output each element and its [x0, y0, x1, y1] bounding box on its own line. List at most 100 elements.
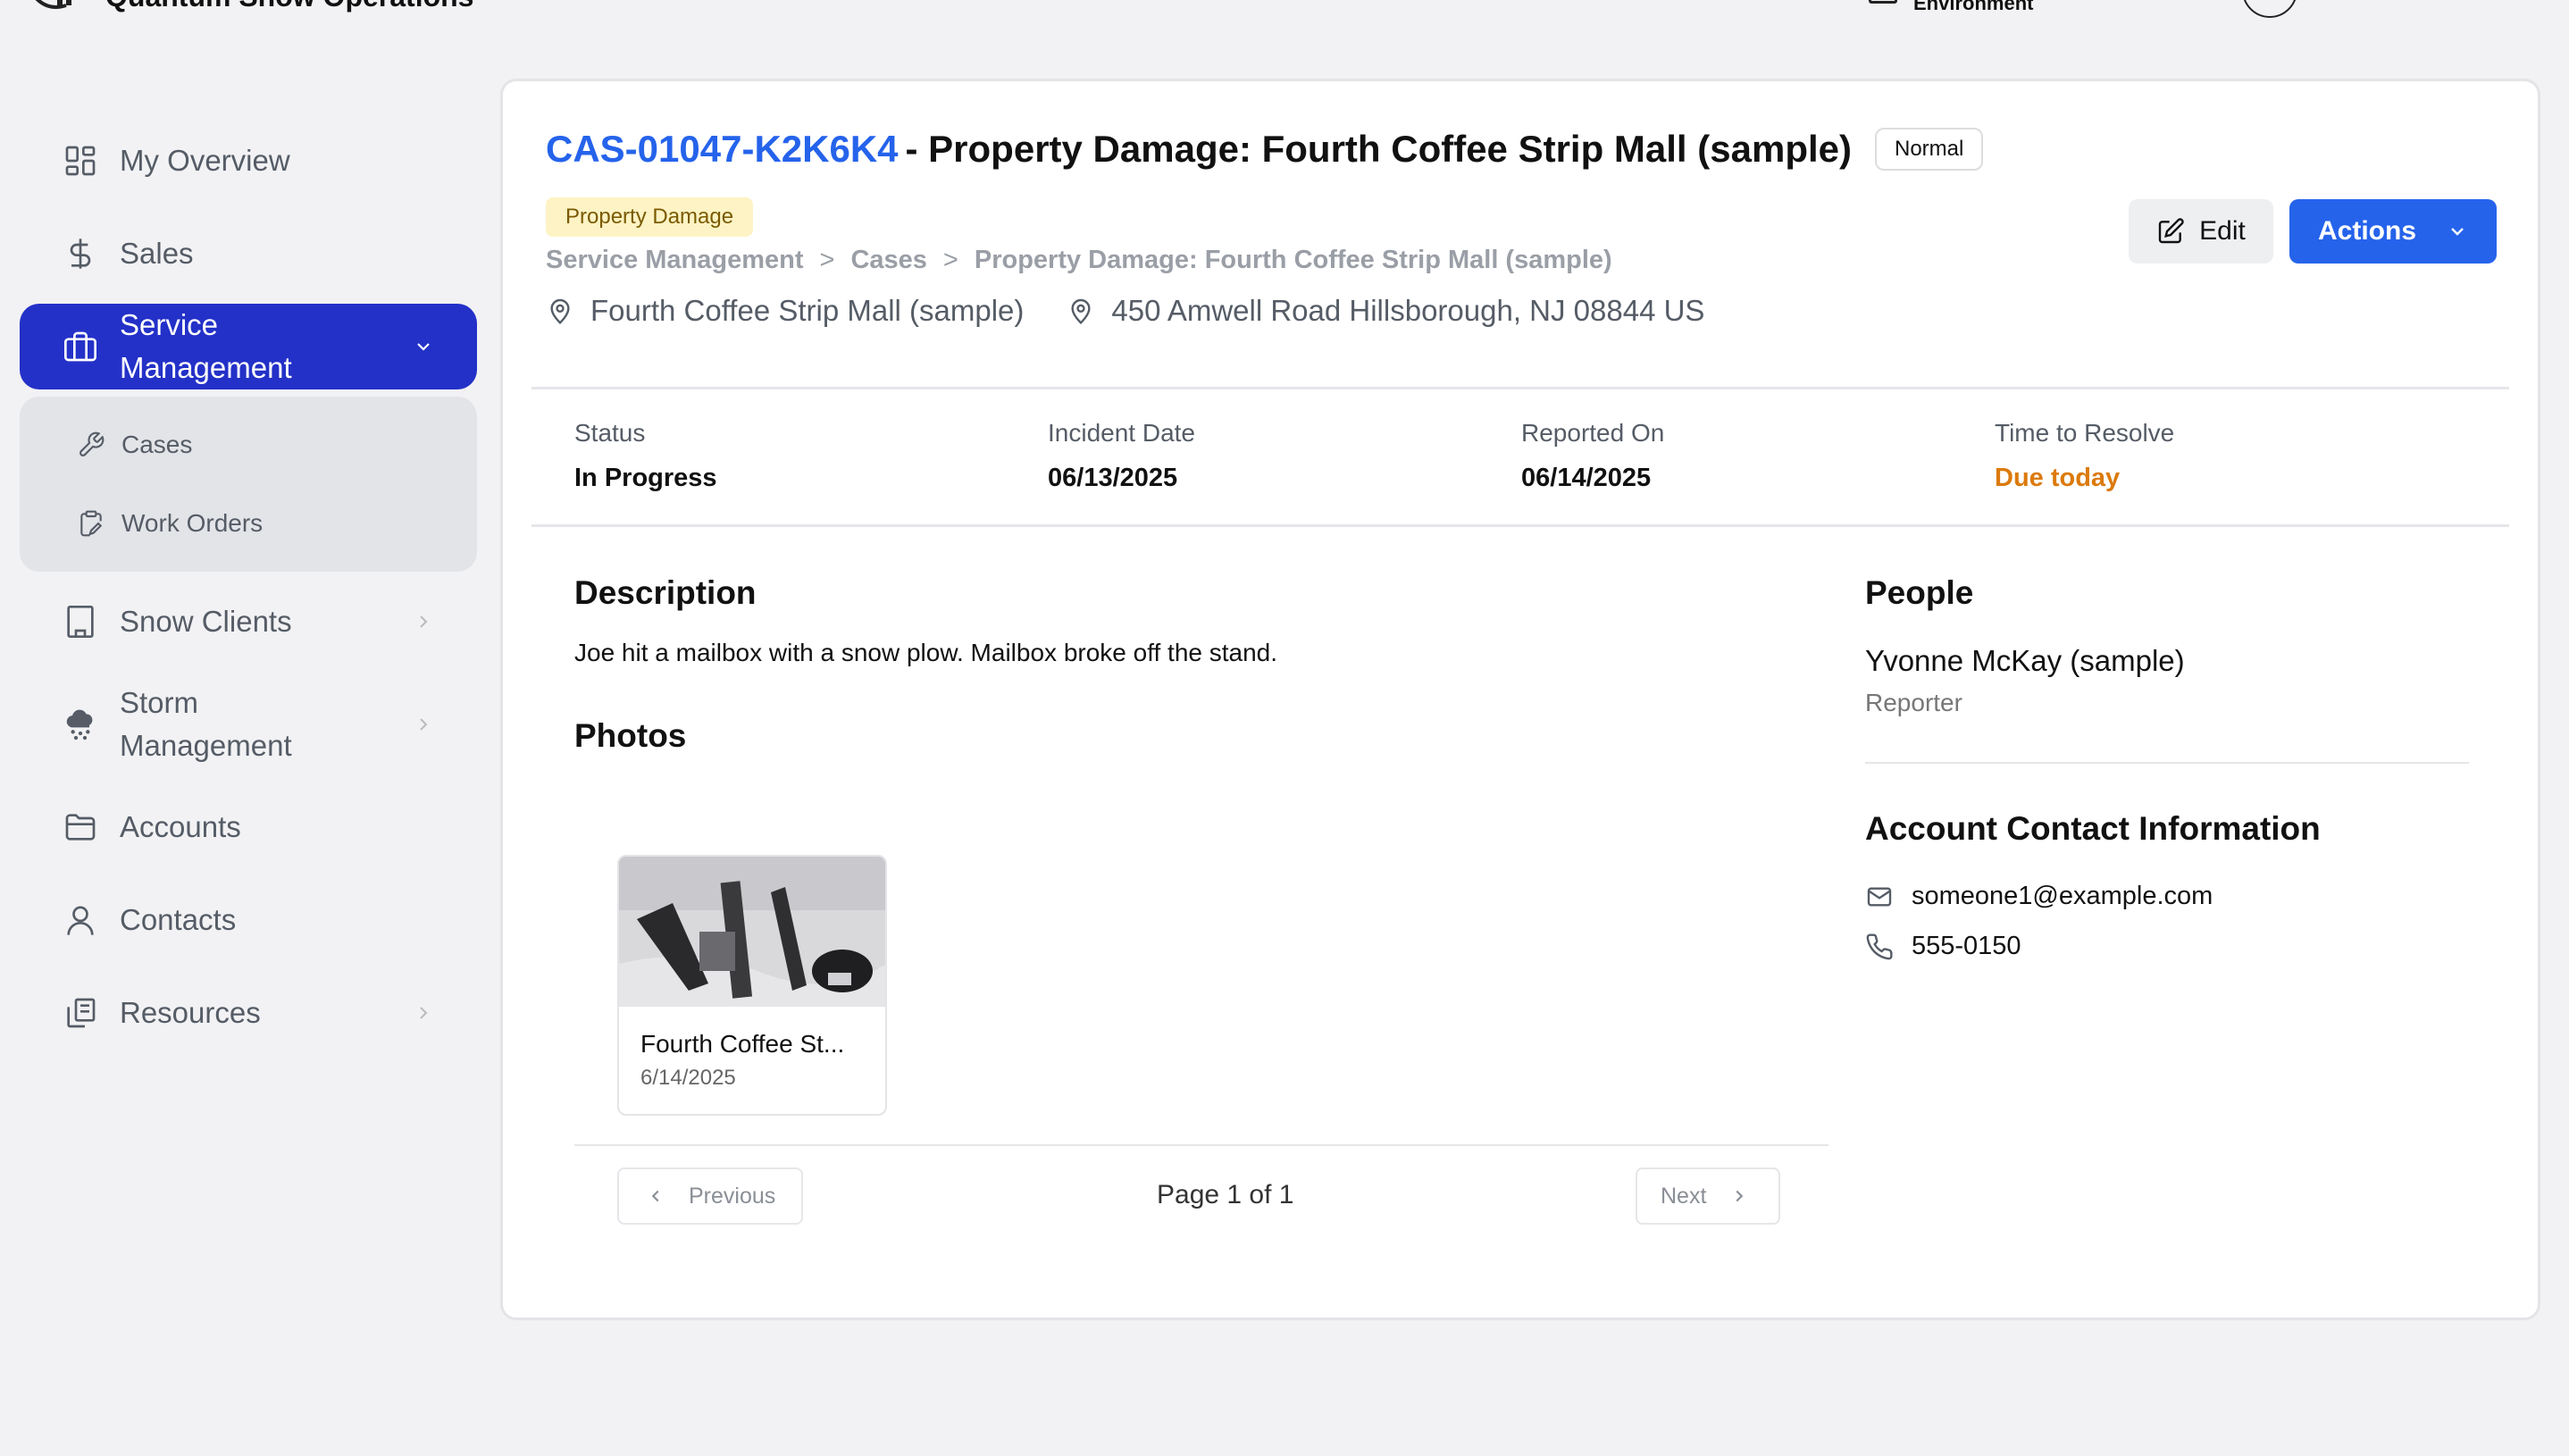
- chevron-down-icon: [417, 343, 430, 351]
- sidebar-item-accounts[interactable]: Accounts: [20, 781, 477, 874]
- user-avatar[interactable]: [2242, 0, 2297, 18]
- stat-value: 06/14/2025: [1521, 464, 1652, 492]
- sidebar-item-resources[interactable]: Resources: [20, 966, 477, 1059]
- case-stats: Status In Progress Incident Date 06/13/2…: [574, 419, 2495, 493]
- description-heading: Description: [574, 574, 757, 611]
- sidebar-item-storm-management[interactable]: Storm Management: [20, 668, 477, 781]
- description-text: Joe hit a mailbox with a snow plow. Mail…: [574, 639, 1278, 666]
- page-indicator: Page 1 of 1: [1157, 1180, 1294, 1209]
- sidebar-item-label: Sales: [120, 237, 194, 270]
- chevron-right-icon: [420, 718, 428, 731]
- case-locations: Fourth Coffee Strip Mall (sample) 450 Am…: [546, 294, 1704, 328]
- breadcrumb-service-management[interactable]: Service Management: [546, 246, 804, 275]
- service-management-submenu: Cases Work Orders: [20, 397, 477, 572]
- breadcrumb-separator: >: [819, 246, 835, 274]
- mail-icon: [1867, 886, 1892, 907]
- photo-name: Fourth Coffee St...: [640, 1030, 845, 1058]
- contact-phone[interactable]: 555-0150: [1912, 932, 2021, 961]
- divider: [531, 524, 2509, 527]
- user-icon: [67, 906, 94, 935]
- sidebar-item-label: Work Orders: [121, 509, 264, 537]
- sidebar-item-my-overview[interactable]: My Overview: [20, 114, 477, 207]
- divider: [1865, 762, 2469, 764]
- stat-incident-date: Incident Date 06/13/2025: [1048, 419, 1521, 493]
- stat-reported-on: Reported On 06/14/2025: [1521, 419, 1995, 493]
- contact-phone-row[interactable]: 555-0150: [1865, 932, 2021, 961]
- sidebar: My Overview Sales Service Management Cas…: [20, 114, 477, 1059]
- sidebar-item-cases[interactable]: Cases: [20, 406, 477, 484]
- breadcrumb-separator: >: [942, 246, 958, 274]
- chevron-left-icon: [651, 1190, 659, 1202]
- stat-value: In Progress: [574, 464, 717, 492]
- sidebar-item-label: Accounts: [120, 810, 241, 843]
- sidebar-item-service-management[interactable]: Service Management: [20, 304, 477, 389]
- edit-button[interactable]: Edit: [2129, 199, 2273, 264]
- app-title: Quantum Snow Operations: [105, 0, 473, 13]
- case-detail-card: CAS-01047-K2K6K4 - Property Damage: Four…: [500, 79, 2540, 1320]
- stat-value: Due today: [1995, 464, 2121, 492]
- person-role: Reporter: [1865, 689, 1962, 716]
- account-contact-heading: Account Contact Information: [1865, 810, 2321, 847]
- clipboard-edit-icon: [80, 510, 103, 537]
- breadcrumb: Service Management > Cases > Property Da…: [546, 246, 1612, 275]
- previous-page-button[interactable]: Previous: [617, 1167, 803, 1225]
- chevron-right-icon: [420, 615, 428, 628]
- people-heading: People: [1865, 574, 1974, 611]
- sidebar-item-label: Cases: [121, 431, 193, 458]
- edit-button-label: Edit: [2199, 216, 2246, 246]
- building-icon: [67, 606, 94, 638]
- sidebar-item-label: My Overview: [120, 144, 290, 177]
- map-pin-icon: [550, 298, 570, 324]
- contact-email-row[interactable]: someone1@example.com: [1865, 882, 2213, 911]
- sidebar-item-label: Service Management: [120, 308, 292, 384]
- priority-badge: Normal: [1875, 128, 1984, 171]
- wrench-icon: [79, 431, 105, 456]
- next-label: Next: [1661, 1183, 1707, 1209]
- photos-heading: Photos: [574, 717, 687, 754]
- person-name[interactable]: Yvonne McKay (sample): [1865, 644, 2185, 678]
- sidebar-item-work-orders[interactable]: Work Orders: [20, 484, 477, 563]
- environment-icon[interactable]: [1869, 0, 1897, 4]
- copy-icon: [67, 998, 96, 1028]
- sidebar-item-contacts[interactable]: Contacts: [20, 874, 477, 966]
- contact-email[interactable]: someone1@example.com: [1912, 882, 2213, 911]
- sidebar-item-label: Storm Management: [120, 686, 292, 762]
- actions-button-label: Actions: [2318, 216, 2417, 246]
- stat-time-to-resolve: Time to Resolve Due today: [1995, 419, 2468, 493]
- case-type-badge: Property Damage: [546, 197, 754, 237]
- edit-icon: [2158, 218, 2184, 244]
- phone-icon: [1866, 933, 1893, 959]
- stat-value: 06/13/2025: [1048, 464, 1178, 492]
- photo-date: 6/14/2025: [640, 1066, 736, 1090]
- chevron-right-icon: [1736, 1190, 1744, 1202]
- stat-label: Reported On: [1521, 419, 1665, 447]
- sidebar-item-sales[interactable]: Sales: [20, 207, 477, 300]
- dollar-icon: [70, 238, 91, 269]
- divider: [531, 387, 2509, 389]
- sidebar-item-label: Snow Clients: [120, 605, 292, 638]
- photo-card[interactable]: Fourth Coffee St... 6/14/2025: [617, 855, 887, 1116]
- location-address: 450 Amwell Road Hillsborough, NJ 08844 U…: [1111, 294, 1705, 327]
- previous-label: Previous: [689, 1183, 776, 1209]
- next-page-button[interactable]: Next: [1636, 1167, 1780, 1225]
- stat-label: Time to Resolve: [1995, 419, 2175, 447]
- stat-label: Status: [574, 419, 646, 447]
- chevron-right-icon: [420, 1007, 428, 1019]
- environment-label[interactable]: Environment: [1913, 0, 2033, 15]
- snow-cloud-icon: [66, 709, 93, 741]
- photo-thumbnail[interactable]: [619, 857, 887, 1007]
- case-title-row: CAS-01047-K2K6K4 - Property Damage: Four…: [546, 128, 1984, 171]
- divider: [574, 1144, 1828, 1146]
- sidebar-item-label: Resources: [120, 996, 261, 1029]
- breadcrumb-cases[interactable]: Cases: [850, 246, 926, 275]
- sidebar-item-snow-clients[interactable]: Snow Clients: [20, 575, 477, 668]
- breadcrumb-current: Property Damage: Fourth Coffee Strip Mal…: [974, 246, 1612, 274]
- actions-button[interactable]: Actions: [2289, 199, 2497, 264]
- briefcase-icon: [64, 331, 96, 362]
- app-logo-icon[interactable]: [27, 0, 84, 18]
- dashboard-icon: [65, 146, 96, 176]
- case-id-link[interactable]: CAS-01047-K2K6K4: [546, 128, 899, 171]
- app-header: Quantum Snow Operations Environment: [0, 0, 2569, 27]
- folder-icon: [65, 814, 96, 841]
- stat-label: Incident Date: [1048, 419, 1195, 447]
